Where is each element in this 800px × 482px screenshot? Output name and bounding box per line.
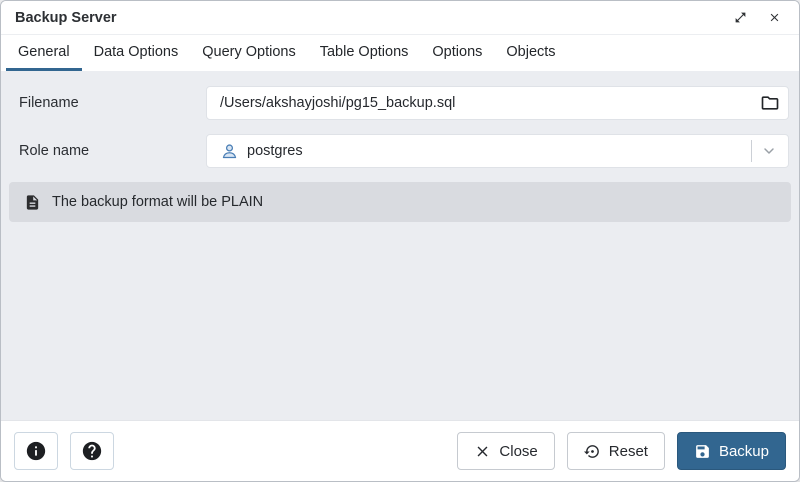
filename-label: Filename xyxy=(19,95,206,111)
question-icon xyxy=(81,440,103,462)
save-icon xyxy=(694,443,711,460)
tab-data-options[interactable]: Data Options xyxy=(82,35,191,71)
folder-icon xyxy=(760,93,780,113)
chevron-down-icon[interactable] xyxy=(761,143,777,159)
help-button[interactable] xyxy=(70,432,114,470)
close-x-icon xyxy=(474,443,491,460)
close-button-label: Close xyxy=(499,443,537,460)
file-text-icon xyxy=(24,194,41,211)
tab-bar: General Data Options Query Options Table… xyxy=(1,35,799,71)
close-button[interactable]: Close xyxy=(457,432,554,470)
role-name-value: postgres xyxy=(247,143,751,159)
filename-field xyxy=(206,86,789,120)
sql-info-button[interactable] xyxy=(14,432,58,470)
backup-button[interactable]: Backup xyxy=(677,432,786,470)
open-in-full-icon xyxy=(734,11,747,24)
footer: Close Reset Backup xyxy=(1,420,799,481)
close-dialog-button[interactable] xyxy=(766,9,783,26)
close-icon xyxy=(768,11,781,24)
tab-general[interactable]: General xyxy=(6,35,82,71)
role-name-row: Role name postgres xyxy=(1,134,799,168)
tab-query-options[interactable]: Query Options xyxy=(190,35,308,71)
backup-server-dialog: Backup Server General Data Options Query… xyxy=(0,0,800,482)
dialog-title: Backup Server xyxy=(15,10,117,26)
tab-table-options[interactable]: Table Options xyxy=(308,35,421,71)
backup-button-label: Backup xyxy=(719,443,769,460)
maximize-button[interactable] xyxy=(732,9,749,26)
file-browse-button[interactable] xyxy=(760,93,780,113)
backup-format-notice: The backup format will be PLAIN xyxy=(9,182,791,222)
user-icon xyxy=(221,143,238,160)
filename-row: Filename xyxy=(1,86,799,120)
reset-icon xyxy=(584,443,601,460)
info-icon xyxy=(25,440,47,462)
select-divider xyxy=(751,140,752,162)
role-name-select[interactable]: postgres xyxy=(206,134,789,168)
role-name-label: Role name xyxy=(19,143,206,159)
reset-button-label: Reset xyxy=(609,443,648,460)
titlebar: Backup Server xyxy=(1,1,799,35)
tab-objects[interactable]: Objects xyxy=(494,35,567,71)
tab-options[interactable]: Options xyxy=(420,35,494,71)
general-tab-panel: Filename Role name postgres xyxy=(1,71,799,420)
titlebar-actions xyxy=(732,9,783,26)
filename-input[interactable] xyxy=(206,86,789,120)
notice-text: The backup format will be PLAIN xyxy=(52,194,263,210)
reset-button[interactable]: Reset xyxy=(567,432,665,470)
